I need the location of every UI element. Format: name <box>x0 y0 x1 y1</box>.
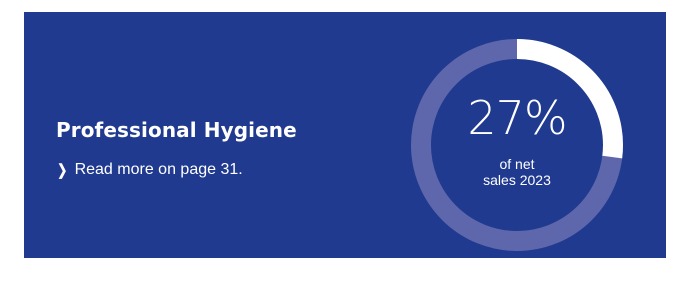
summary-card: Professional Hygiene ❯ Read more on page… <box>24 12 666 258</box>
donut-caption: of net sales 2023 <box>407 156 627 188</box>
donut-caption-line2: sales 2023 <box>483 172 551 188</box>
donut-value: 27% <box>467 91 567 145</box>
donut-center: 27% of net sales 2023 <box>407 35 627 255</box>
read-more-link[interactable]: ❯ Read more on page 31. <box>56 161 243 179</box>
card-title: Professional Hygiene <box>56 118 297 142</box>
chevron-right-icon: ❯ <box>57 161 68 179</box>
donut-caption-line1: of net <box>499 156 535 172</box>
read-more-text: Read more on page 31. <box>74 161 243 178</box>
